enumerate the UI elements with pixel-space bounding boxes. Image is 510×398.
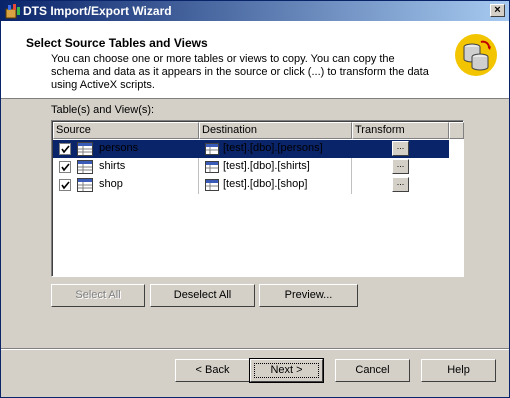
select-all-button[interactable]: Select All xyxy=(51,284,145,307)
checkmark-icon xyxy=(61,145,70,154)
page-title: Select Source Tables and Views xyxy=(26,36,208,50)
next-button-label: Next > xyxy=(270,364,303,376)
column-destination[interactable]: Destination xyxy=(199,122,352,139)
close-button[interactable]: × xyxy=(490,4,505,17)
footer-separator xyxy=(1,348,509,350)
row-checkbox[interactable] xyxy=(59,179,71,191)
source-name: persons xyxy=(99,142,139,154)
database-copy-icon xyxy=(455,34,497,76)
source-name: shirts xyxy=(99,160,126,172)
preview-button[interactable]: Preview... xyxy=(259,284,358,307)
table-icon xyxy=(205,161,219,173)
checkmark-icon xyxy=(61,163,70,172)
wizard-window: DTS Import/Export Wizard × Select Source… xyxy=(0,0,510,398)
transform-button[interactable]: ... xyxy=(392,177,409,192)
table-icon xyxy=(77,142,93,156)
page-description: You can choose one or more tables or vie… xyxy=(51,53,429,91)
table-row[interactable]: shop [test].[dbo].[shop] ... xyxy=(53,176,464,194)
cancel-button[interactable]: Cancel xyxy=(335,359,410,382)
table-icon xyxy=(77,178,93,192)
column-transform[interactable]: Transform xyxy=(352,122,449,139)
window-title: DTS Import/Export Wizard xyxy=(23,4,172,18)
help-button[interactable]: Help xyxy=(421,359,496,382)
destination-name: [test].[dbo].[shop] xyxy=(223,178,308,190)
column-source[interactable]: Source xyxy=(53,122,199,139)
row-checkbox[interactable] xyxy=(59,161,71,173)
title-bar: DTS Import/Export Wizard × xyxy=(1,1,509,21)
deselect-all-button[interactable]: Deselect All xyxy=(150,284,255,307)
back-button[interactable]: < Back xyxy=(175,359,250,382)
checkmark-icon xyxy=(61,181,70,190)
table-icon xyxy=(205,143,219,155)
transform-button[interactable]: ... xyxy=(392,141,409,156)
source-name: shop xyxy=(99,178,123,190)
column-filler xyxy=(449,122,464,139)
destination-name: [test].[dbo].[shirts] xyxy=(223,160,310,172)
table-row[interactable]: persons [test].[dbo].[persons] ... xyxy=(53,140,464,158)
table-icon xyxy=(205,179,219,191)
wizard-header: Select Source Tables and Views You can c… xyxy=(1,21,509,99)
wizard-app-icon xyxy=(5,4,20,19)
tables-grid: Source Destination Transform persons [te… xyxy=(51,120,464,277)
row-checkbox[interactable] xyxy=(59,143,71,155)
next-button[interactable]: Next > xyxy=(249,358,324,383)
grid-header: Source Destination Transform xyxy=(53,122,464,139)
transform-button[interactable]: ... xyxy=(392,159,409,174)
destination-name: [test].[dbo].[persons] xyxy=(223,142,323,154)
table-row[interactable]: shirts [test].[dbo].[shirts] ... xyxy=(53,158,464,176)
table-icon xyxy=(77,160,93,174)
tables-label: Table(s) and View(s): xyxy=(51,104,155,116)
